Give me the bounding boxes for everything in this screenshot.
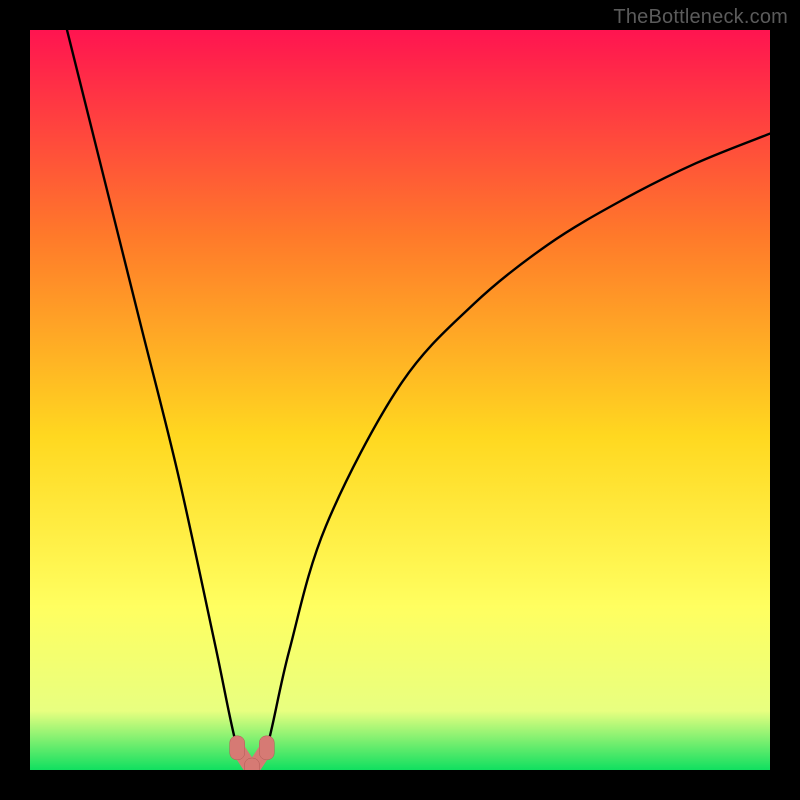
- watermark-text: TheBottleneck.com: [613, 6, 788, 29]
- plot-area: [30, 30, 770, 770]
- plot-svg: [30, 30, 770, 770]
- trough-marker: [245, 758, 260, 770]
- chart-frame: TheBottleneck.com: [0, 0, 800, 800]
- trough-marker: [259, 736, 274, 760]
- gradient-background: [30, 30, 770, 770]
- trough-marker: [230, 736, 245, 760]
